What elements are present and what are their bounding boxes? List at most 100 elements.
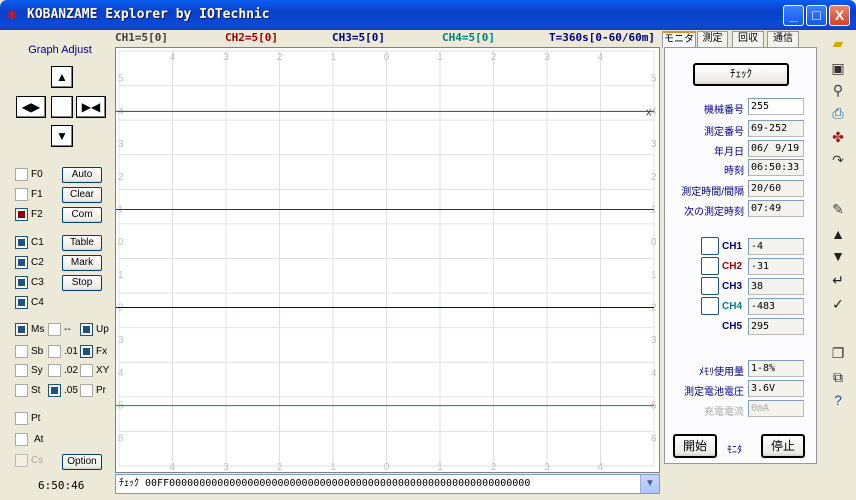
status-combo[interactable]: ﾁｪｯｸ 00FF0000000000000000000000000000000… — [115, 474, 660, 494]
triangle-down-icon[interactable]: ▼ — [828, 246, 848, 266]
x-tick-top: 2 — [491, 52, 497, 63]
ch3-value: 38 — [748, 278, 804, 295]
at-label: At — [34, 434, 44, 445]
checkmark-icon[interactable]: ✓ — [828, 294, 848, 314]
p01-checkbox[interactable] — [48, 345, 61, 358]
save-icon[interactable]: ▣ — [828, 58, 848, 78]
machine-number-field[interactable]: 255 — [748, 98, 804, 115]
x-tick-bottom: 4 — [598, 462, 604, 472]
ch4-value: -483 — [748, 298, 804, 315]
arrow-up-button[interactable]: ▲ — [51, 66, 73, 88]
search-icon[interactable]: ⚲ — [828, 80, 848, 100]
ch3-header: CH3=5[0] — [332, 31, 385, 44]
p01-label: .01 — [64, 346, 78, 357]
clear-button[interactable]: Clear — [62, 187, 102, 203]
tab-collect[interactable]: 回収 — [732, 31, 764, 47]
pr-checkbox[interactable] — [80, 384, 93, 397]
stop-button[interactable]: Stop — [62, 275, 102, 291]
tools-icon[interactable]: ✤ — [828, 127, 848, 147]
ch1-header: CH1=5[0] — [115, 31, 168, 44]
at-checkbox[interactable] — [15, 433, 28, 446]
tab-comm[interactable]: 通信 — [767, 31, 799, 47]
pt-checkbox[interactable] — [15, 412, 28, 425]
c3-checkbox[interactable] — [15, 276, 28, 289]
ch3-label: CH3 — [722, 281, 743, 292]
ch2-header: CH2=5[0] — [225, 31, 278, 44]
date-label: 年月日 — [714, 147, 744, 158]
f1-checkbox[interactable] — [15, 188, 28, 201]
up-label: Up — [96, 324, 109, 335]
close-button[interactable]: X — [829, 5, 850, 26]
maximize-button[interactable]: □ — [806, 5, 827, 26]
option-button[interactable]: Option — [62, 454, 102, 470]
sb-checkbox[interactable] — [15, 345, 28, 358]
ch5-label: CH5 — [722, 321, 743, 332]
table-button[interactable]: Table — [62, 235, 102, 251]
chevron-down-icon[interactable]: ▼ — [640, 475, 659, 493]
y-tick-left: 0 — [118, 237, 124, 248]
c4-label: C4 — [31, 297, 44, 308]
minimize-button[interactable]: _ — [783, 5, 804, 26]
sy-checkbox[interactable] — [15, 364, 28, 377]
y-tick-left: 1 — [118, 270, 124, 281]
x-tick-bottom: 3 — [223, 462, 229, 472]
stop-measure-button[interactable]: 停止 — [761, 434, 805, 458]
c2-label: C2 — [31, 257, 44, 268]
check-button[interactable]: ﾁｪｯｸ — [693, 63, 789, 86]
c2-checkbox[interactable] — [15, 256, 28, 269]
expand-horizontal-button[interactable]: ◀▶ — [16, 96, 46, 118]
c4-checkbox[interactable] — [15, 296, 28, 309]
redo-arrow-icon[interactable]: ↷ — [828, 150, 848, 170]
chart-svg: 4321012344321012345544332211001122334455… — [116, 50, 657, 472]
settings-tool-icon[interactable]: ✎ — [828, 199, 848, 219]
ch1-label: CH1 — [722, 241, 743, 252]
arrow-down-button[interactable]: ▼ — [51, 125, 73, 147]
f2-checkbox[interactable] — [15, 208, 28, 221]
ch2-toggle[interactable] — [701, 257, 719, 275]
start-button[interactable]: 開始 — [673, 434, 717, 458]
copy-icon[interactable]: ❐ — [828, 343, 848, 363]
ms-checkbox[interactable] — [15, 323, 28, 336]
enter-return-icon[interactable]: ↵ — [828, 270, 848, 290]
charge-current-value: 0mA — [748, 400, 804, 417]
help-icon[interactable]: ? — [828, 390, 848, 410]
y-tick-left: 5 — [118, 74, 124, 85]
measure-number-label: 測定番号 — [704, 127, 744, 138]
x-tick-top: 2 — [277, 52, 283, 63]
y-tick-right: 1 — [651, 270, 657, 281]
y-tick-right: 0 — [651, 237, 657, 248]
ch3-toggle[interactable] — [701, 277, 719, 295]
x-tick-bottom: 1 — [437, 462, 443, 472]
f2-label: F2 — [31, 209, 43, 220]
shrink-horizontal-button[interactable]: ▶◀ — [76, 96, 106, 118]
fx-label: Fx — [96, 346, 108, 357]
battery-voltage-label: 測定電池電圧 — [684, 387, 744, 398]
duplicate-icon[interactable]: ⧉ — [828, 367, 848, 387]
sb-label: Sb — [31, 346, 44, 357]
ch4-toggle[interactable] — [701, 297, 719, 315]
print-icon[interactable]: ⎙ — [828, 103, 848, 123]
com-button[interactable]: Com — [62, 207, 102, 223]
y-tick-left: 2 — [118, 172, 124, 183]
tab-measure[interactable]: 測定 — [697, 31, 728, 47]
p05-checkbox[interactable] — [48, 384, 61, 397]
p02-checkbox[interactable] — [48, 364, 61, 377]
fx-checkbox[interactable] — [80, 345, 93, 358]
mark-button[interactable]: Mark — [62, 255, 102, 271]
c1-checkbox[interactable] — [15, 236, 28, 249]
dash-checkbox[interactable] — [48, 323, 61, 336]
folder-open-icon[interactable]: ▰ — [828, 33, 848, 53]
f1-label: F1 — [31, 189, 43, 200]
auto-button[interactable]: Auto — [62, 167, 102, 183]
st-checkbox[interactable] — [15, 384, 28, 397]
center-button[interactable] — [51, 96, 73, 118]
triangle-up-icon[interactable]: ▲ — [828, 224, 848, 244]
f0-checkbox[interactable] — [15, 168, 28, 181]
up-checkbox[interactable] — [80, 323, 93, 336]
xy-checkbox[interactable] — [80, 364, 93, 377]
y-tick-left: 3 — [118, 139, 124, 150]
ch1-toggle[interactable] — [701, 237, 719, 255]
chart-area[interactable]: 4321012344321012345544332211001122334455… — [115, 47, 660, 473]
cs-checkbox — [15, 454, 28, 467]
tab-monitor[interactable]: モニタ — [662, 31, 696, 48]
